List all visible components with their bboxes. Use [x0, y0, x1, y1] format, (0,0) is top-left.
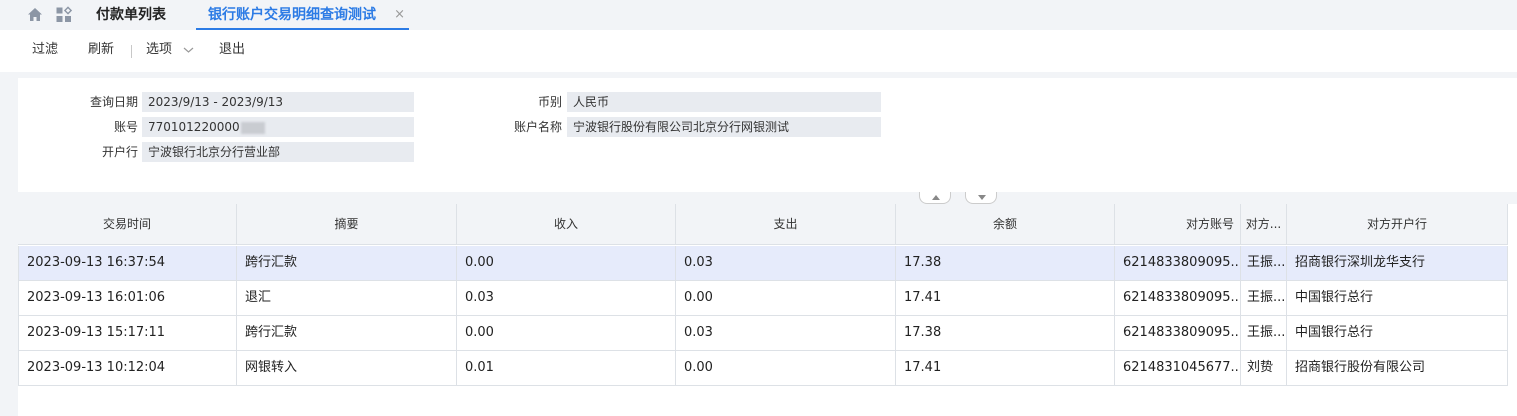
toolbar: 过滤 刷新 选项 退出	[0, 30, 1517, 72]
cell-counterparty-bank: 中国银行总行	[1287, 281, 1508, 315]
cell-counterparty-account: 6214833809095...	[1115, 246, 1241, 280]
cell-counterparty-bank: 招商银行深圳龙华支行	[1287, 246, 1508, 280]
options-button[interactable]: 选项	[146, 30, 172, 72]
bank-label: 开户行	[101, 145, 138, 159]
masked-digits	[240, 121, 265, 134]
cell-summary: 退汇	[237, 281, 457, 315]
caret-down-icon	[978, 195, 986, 200]
table-row[interactable]: 2023-09-13 10:12:04 网银转入 0.01 0.00 17.41…	[18, 351, 1508, 386]
tab-payment-list[interactable]: 付款单列表	[96, 0, 166, 30]
tab-bank-transaction-query[interactable]: 银行账户交易明细查询测试 ×	[196, 0, 409, 30]
column-header-counterparty-name[interactable]: 对方...	[1241, 204, 1287, 245]
query-date-label: 查询日期	[89, 95, 138, 109]
table-header: 交易时间 摘要 收入 支出 余额 对方账号 对方... 对方开户行	[18, 204, 1508, 245]
cell-income: 0.01	[457, 351, 676, 385]
cell-summary: 网银转入	[237, 351, 457, 385]
cell-balance: 17.38	[896, 316, 1115, 350]
column-header-income[interactable]: 收入	[457, 204, 676, 245]
chevron-down-icon[interactable]	[183, 46, 194, 54]
home-icon[interactable]	[26, 6, 44, 24]
cell-time: 2023-09-13 16:37:54	[18, 246, 237, 280]
column-header-summary[interactable]: 摘要	[237, 204, 457, 245]
account-no-label: 账号	[113, 120, 138, 134]
tab-label: 付款单列表	[96, 7, 166, 23]
collapse-down-handle[interactable]	[965, 192, 997, 204]
cell-time: 2023-09-13 10:12:04	[18, 351, 237, 385]
cell-counterparty-name: 刘贽	[1241, 351, 1287, 385]
column-header-counterparty-account[interactable]: 对方账号	[1115, 204, 1241, 245]
column-header-expense[interactable]: 支出	[676, 204, 896, 245]
account-name-label: 账户名称	[513, 120, 562, 134]
account-no-value: 770101220000	[148, 120, 240, 134]
apps-icon[interactable]	[55, 6, 73, 24]
cell-counterparty-name: 王振...	[1241, 246, 1287, 280]
caret-up-icon	[932, 195, 940, 200]
cell-balance: 17.38	[896, 246, 1115, 280]
cell-summary: 跨行汇款	[237, 316, 457, 350]
filter-button[interactable]: 过滤	[32, 30, 58, 72]
collapse-up-handle[interactable]	[919, 192, 951, 204]
transaction-table: 交易时间 摘要 收入 支出 余额 对方账号 对方... 对方开户行 2023-0…	[18, 204, 1517, 416]
refresh-button[interactable]: 刷新	[88, 30, 114, 72]
tab-label: 银行账户交易明细查询测试	[208, 7, 376, 23]
close-icon[interactable]: ×	[394, 0, 405, 30]
account-name-field[interactable]: 宁波银行股份有限公司北京分行网银测试	[567, 117, 881, 137]
table-row[interactable]: 2023-09-13 16:01:06 退汇 0.03 0.00 17.41 6…	[18, 281, 1508, 316]
table-row[interactable]: 2023-09-13 16:37:54 跨行汇款 0.00 0.03 17.38…	[18, 246, 1508, 281]
toolbar-divider	[131, 45, 132, 58]
splitter	[18, 192, 1517, 204]
cell-time: 2023-09-13 16:01:06	[18, 281, 237, 315]
cell-counterparty-name: 王振...	[1241, 281, 1287, 315]
query-form: 查询日期 2023/9/13 - 2023/9/13 账号 7701012200…	[18, 78, 1517, 192]
cell-income: 0.00	[457, 316, 676, 350]
tab-bar: 付款单列表 银行账户交易明细查询测试 ×	[0, 0, 1517, 30]
exit-button[interactable]: 退出	[219, 30, 245, 72]
cell-counterparty-bank: 招商银行股份有限公司	[1287, 351, 1508, 385]
currency-label: 币别	[537, 95, 562, 109]
column-header-time[interactable]: 交易时间	[18, 204, 237, 245]
cell-expense: 0.03	[676, 316, 896, 350]
cell-counterparty-name: 王振...	[1241, 316, 1287, 350]
cell-income: 0.00	[457, 246, 676, 280]
cell-time: 2023-09-13 15:17:11	[18, 316, 237, 350]
currency-field[interactable]: 人民币	[567, 92, 881, 112]
cell-summary: 跨行汇款	[237, 246, 457, 280]
cell-counterparty-account: 6214833809095...	[1115, 281, 1241, 315]
table-row[interactable]: 2023-09-13 15:17:11 跨行汇款 0.00 0.03 17.38…	[18, 316, 1508, 351]
cell-income: 0.03	[457, 281, 676, 315]
cell-balance: 17.41	[896, 281, 1115, 315]
cell-counterparty-account: 6214831045677...	[1115, 351, 1241, 385]
column-header-balance[interactable]: 余额	[896, 204, 1115, 245]
bank-field[interactable]: 宁波银行北京分行营业部	[142, 142, 414, 162]
cell-expense: 0.00	[676, 281, 896, 315]
cell-expense: 0.03	[676, 246, 896, 280]
cell-balance: 17.41	[896, 351, 1115, 385]
cell-counterparty-bank: 中国银行总行	[1287, 316, 1508, 350]
cell-expense: 0.00	[676, 351, 896, 385]
account-no-field[interactable]: 770101220000	[142, 117, 414, 137]
query-date-field[interactable]: 2023/9/13 - 2023/9/13	[142, 92, 414, 112]
cell-counterparty-account: 6214833809095...	[1115, 316, 1241, 350]
column-header-counterparty-bank[interactable]: 对方开户行	[1287, 204, 1508, 245]
